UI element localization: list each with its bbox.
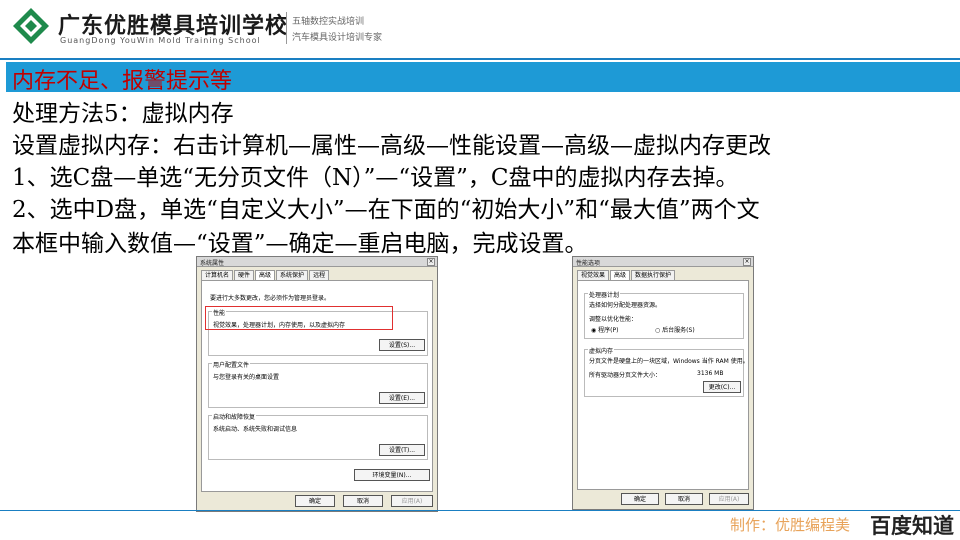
user-profile-title: 用户配置文件 bbox=[212, 360, 251, 369]
programs-radio[interactable]: ◉ 程序(P) bbox=[591, 325, 618, 334]
close-icon[interactable]: × bbox=[427, 258, 435, 266]
admin-notice: 要进行大多数更改，您必须作为管理员登录。 bbox=[210, 295, 331, 302]
performance-settings-button[interactable]: 设置(S)... bbox=[379, 339, 425, 351]
background-services-radio-label: 后台服务(S) bbox=[662, 327, 695, 334]
tab-advanced[interactable]: 高级 bbox=[255, 270, 276, 280]
slide-title: 内存不足、报警提示等 bbox=[12, 69, 233, 94]
content-line-5: 本框中输入数值—“设置”—确定—重启电脑，完成设置。 bbox=[12, 231, 588, 257]
slogan-line-2: 汽车模具设计培训专家 bbox=[292, 33, 383, 43]
startup-recovery-group: 启动和故障恢复 系统启动、系统失败和调试信息 设置(T)... bbox=[208, 412, 428, 460]
dialog-tabs: 视觉效果 高级 数据执行保护 bbox=[577, 270, 676, 280]
user-profile-desc: 与您登录有关的桌面设置 bbox=[213, 374, 280, 381]
header-divider bbox=[286, 12, 287, 44]
footer-credit: 制作：优胜编程美 bbox=[730, 516, 851, 534]
radio-selected-icon: ◉ bbox=[591, 327, 597, 334]
content-line-1: 处理方法5：虚拟内存 bbox=[12, 101, 234, 127]
performance-options-dialog: 性能选项 × 视觉效果 高级 数据执行保护 处理器计划 选择如何分配处理器资源。… bbox=[572, 256, 754, 510]
processor-scheduling-desc: 选择如何分配处理器资源。 bbox=[589, 302, 662, 309]
tab-computer-name[interactable]: 计算机名 bbox=[201, 270, 234, 280]
user-profile-settings-button[interactable]: 设置(E)... bbox=[379, 392, 425, 404]
dialog-title: 性能选项 bbox=[576, 260, 601, 267]
performance-highlight bbox=[205, 306, 393, 330]
optimize-label: 调整以优化性能： bbox=[589, 316, 638, 323]
radio-unselected-icon: ○ bbox=[655, 327, 661, 334]
dialog-titlebar: 性能选项 × bbox=[573, 257, 753, 267]
paging-file-total-value: 3136 MB bbox=[697, 370, 724, 377]
paging-file-total-label: 所有驱动器分页文件大小： bbox=[589, 372, 662, 379]
tab-visual-effects[interactable]: 视觉效果 bbox=[577, 270, 610, 280]
background-services-radio[interactable]: ○ 后台服务(S) bbox=[655, 325, 695, 334]
system-properties-dialog: 系统属性 × 计算机名 硬件 高级 系统保护 远程 要进行大多数更改，您必须作为… bbox=[196, 256, 438, 512]
advanced-panel: 处理器计划 选择如何分配处理器资源。 调整以优化性能： ◉ 程序(P) ○ 后台… bbox=[577, 280, 749, 490]
programs-radio-label: 程序(P) bbox=[598, 327, 619, 334]
cancel-button[interactable]: 取消 bbox=[343, 495, 383, 507]
user-profile-group: 用户配置文件 与您登录有关的桌面设置 设置(E)... bbox=[208, 360, 428, 408]
content-line-2: 设置虚拟内存：右击计算机—属性—高级—性能设置—高级—虚拟内存更改 bbox=[12, 133, 771, 159]
tab-advanced[interactable]: 高级 bbox=[610, 270, 631, 280]
virtual-memory-desc: 分页文件是硬盘上的一块区域，Windows 当作 RAM 使用。 bbox=[589, 358, 749, 365]
watermark-brand: 百度知道 bbox=[870, 514, 954, 538]
startup-recovery-title: 启动和故障恢复 bbox=[212, 412, 257, 421]
school-logo-icon bbox=[12, 7, 50, 45]
footer-line bbox=[0, 510, 960, 511]
tab-hardware[interactable]: 硬件 bbox=[234, 270, 255, 280]
cancel-button[interactable]: 取消 bbox=[665, 493, 703, 505]
slogan-line-1: 五轴数控实战培训 bbox=[292, 17, 365, 27]
ok-button[interactable]: 确定 bbox=[621, 493, 659, 505]
tab-remote[interactable]: 远程 bbox=[309, 270, 330, 280]
title-bar: 内存不足、报警提示等 bbox=[6, 62, 960, 94]
close-icon[interactable]: × bbox=[743, 258, 751, 266]
startup-settings-button[interactable]: 设置(T)... bbox=[379, 444, 425, 456]
apply-button[interactable]: 应用(A) bbox=[709, 493, 749, 505]
dialog-titlebar: 系统属性 × bbox=[197, 257, 437, 267]
dialog-title: 系统属性 bbox=[200, 260, 225, 267]
content-line-3: 1、选C盘—单选“无分页文件（N）”—“设置”，C盘中的虚拟内存去掉。 bbox=[12, 165, 739, 191]
dialog-tabs: 计算机名 硬件 高级 系统保护 远程 bbox=[201, 270, 330, 280]
tab-system-protection[interactable]: 系统保护 bbox=[276, 270, 309, 280]
header-divider-line bbox=[0, 58, 960, 60]
processor-scheduling-title: 处理器计划 bbox=[588, 290, 621, 299]
tab-dep[interactable]: 数据执行保护 bbox=[631, 270, 676, 280]
ok-button[interactable]: 确定 bbox=[295, 495, 335, 507]
processor-scheduling-group: 处理器计划 选择如何分配处理器资源。 调整以优化性能： ◉ 程序(P) ○ 后台… bbox=[584, 290, 744, 339]
apply-button[interactable]: 应用(A) bbox=[391, 495, 433, 507]
content-line-4: 2、选中D盘，单选“自定义大小”—在下面的“初始大小”和“最大值”两个文 bbox=[12, 197, 760, 223]
startup-recovery-desc: 系统启动、系统失败和调试信息 bbox=[213, 426, 298, 433]
virtual-memory-title: 虚拟内存 bbox=[588, 346, 615, 355]
virtual-memory-group: 虚拟内存 分页文件是硬盘上的一块区域，Windows 当作 RAM 使用。 所有… bbox=[584, 346, 749, 397]
header: 广东优胜模具培训学校 GuangDong YouWin Mold Trainin… bbox=[0, 0, 960, 58]
change-virtual-memory-button[interactable]: 更改(C)... bbox=[703, 381, 741, 393]
environment-variables-button[interactable]: 环境变量(N)... bbox=[354, 469, 430, 481]
school-english-name: GuangDong YouWin Mold Training School bbox=[60, 36, 261, 45]
